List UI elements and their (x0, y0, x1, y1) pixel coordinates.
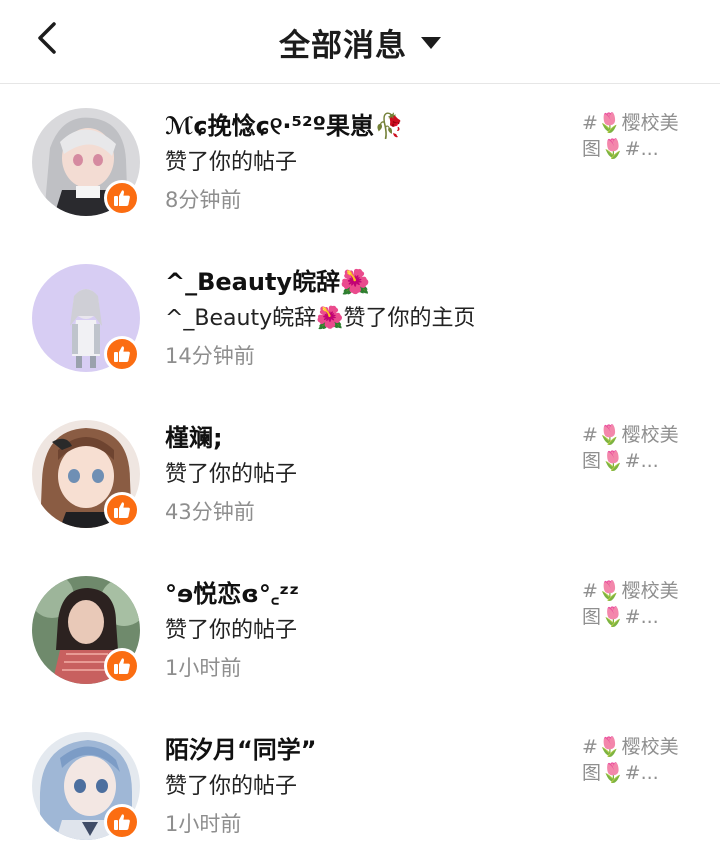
action-text: 赞了你的帖子 (165, 774, 298, 799)
timestamp: 14分钟前 (165, 344, 255, 368)
user-name[interactable]: °ɘ悦恋ɞ°꜀ᶻᶻ (165, 578, 565, 610)
post-preview[interactable]: #🌷樱校美图🌷#... (582, 110, 692, 162)
message-filter-dropdown[interactable]: 全部消息 (0, 0, 720, 84)
user-name[interactable]: 槿斓; (165, 422, 565, 454)
action-text: 赞了你的帖子 (165, 462, 298, 487)
notification-item[interactable]: °ɘ悦恋ɞ°꜀ᶻᶻ 赞了你的帖子 1小时前 #🌷樱校美图🌷#... (0, 552, 720, 708)
notification-item[interactable]: ^_Beauty皖辞🌺 ^_Beauty皖辞🌺赞了你的主页 14分钟前 (0, 240, 720, 396)
like-badge (104, 804, 140, 840)
timestamp: 1小时前 (165, 812, 242, 836)
post-preview[interactable]: #🌷樱校美图🌷#... (582, 422, 692, 474)
thumbs-up-icon (114, 502, 130, 518)
action-text: 赞了你的帖子 (165, 150, 298, 175)
post-preview[interactable]: #🌷樱校美图🌷#... (582, 734, 692, 786)
user-name[interactable]: 陌汐月“同学” (165, 734, 565, 766)
notification-item[interactable]: ℳɕ挽惗ɕ୧·⁵²º果崽🥀 赞了你的帖子 8分钟前 #🌷樱校美图🌷#... (0, 84, 720, 240)
like-badge (104, 336, 140, 372)
caret-down-icon (421, 37, 441, 49)
page-title: 全部消息 (279, 27, 407, 64)
thumbs-up-icon (114, 346, 130, 362)
user-name[interactable]: ℳɕ挽惗ɕ୧·⁵²º果崽🥀 (165, 110, 565, 142)
like-badge (104, 492, 140, 528)
user-name[interactable]: ^_Beauty皖辞🌺 (165, 266, 565, 298)
notification-item[interactable]: 槿斓; 赞了你的帖子 43分钟前 #🌷樱校美图🌷#... (0, 396, 720, 552)
top-bar: 全部消息 (0, 0, 720, 84)
action-text: ^_Beauty皖辞🌺赞了你的主页 (165, 306, 476, 331)
notification-item[interactable]: 陌汐月“同学” 赞了你的帖子 1小时前 #🌷樱校美图🌷#... (0, 708, 720, 864)
thumbs-up-icon (114, 190, 130, 206)
like-badge (104, 180, 140, 216)
action-text: 赞了你的帖子 (165, 618, 298, 643)
thumbs-up-icon (114, 658, 130, 674)
timestamp: 8分钟前 (165, 188, 242, 212)
thumbs-up-icon (114, 814, 130, 830)
timestamp: 1小时前 (165, 656, 242, 680)
post-preview[interactable]: #🌷樱校美图🌷#... (582, 578, 692, 630)
timestamp: 43分钟前 (165, 500, 255, 524)
like-badge (104, 648, 140, 684)
notification-list: ℳɕ挽惗ɕ୧·⁵²º果崽🥀 赞了你的帖子 8分钟前 #🌷樱校美图🌷#... ^_… (0, 84, 720, 864)
